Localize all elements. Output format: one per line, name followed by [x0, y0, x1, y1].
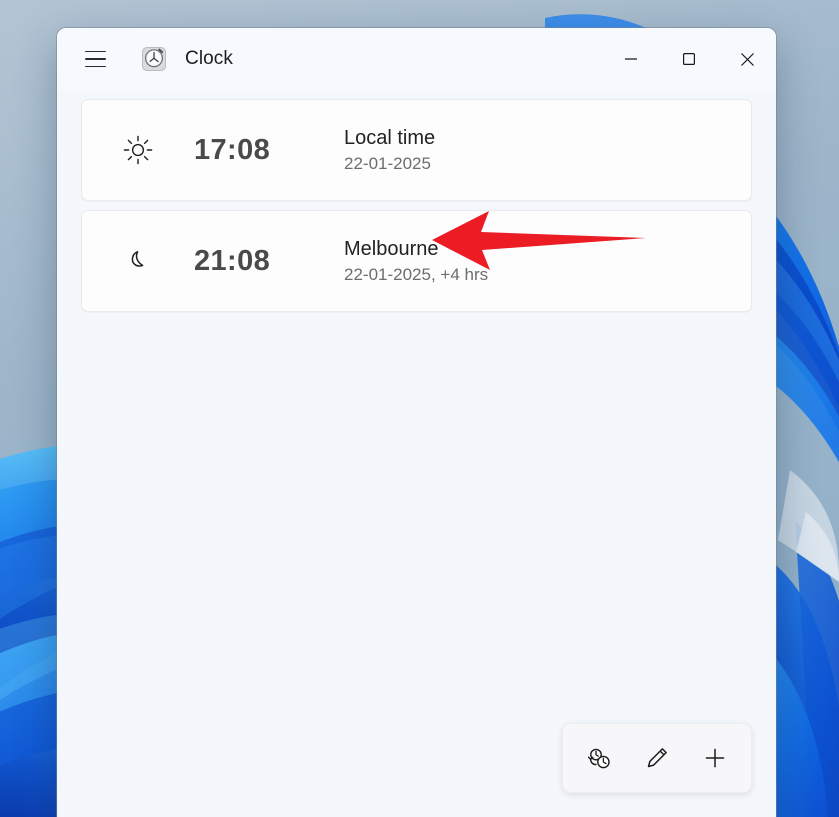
add-city-button[interactable]: [689, 734, 741, 782]
window-titlebar: Clock: [57, 28, 776, 90]
clock-list: 17:08 Local time 22-01-2025 21:08 Melbou…: [57, 90, 776, 817]
clock-app-window: Clock 17:08 Local time 22-01-2025 21:08 …: [57, 28, 776, 817]
screen: Clock 17:08 Local time 22-01-2025 21:08 …: [0, 0, 839, 817]
plus-add-icon: [705, 748, 725, 768]
compare-clocks-button[interactable]: [573, 734, 625, 782]
pencil-edit-icon: [647, 748, 667, 768]
clock-name: Melbourne: [344, 237, 439, 260]
minimize-icon: [625, 58, 637, 60]
clock-subtitle: 22-01-2025, +4 hrs: [344, 264, 489, 284]
sun-icon: [82, 133, 194, 167]
clock-text: Melbourne 22-01-2025, +4 hrs: [344, 238, 751, 285]
window-controls: [602, 28, 776, 90]
clock-name: Local time: [344, 126, 436, 149]
edit-button[interactable]: [631, 734, 683, 782]
command-bar: [562, 723, 752, 793]
close-icon: [740, 52, 754, 66]
clock-time: 21:08: [194, 244, 271, 277]
compare-clocks-icon: [587, 748, 610, 769]
clock-text: Local time 22-01-2025: [344, 127, 751, 174]
clock-card-local[interactable]: 17:08 Local time 22-01-2025: [81, 99, 752, 201]
maximize-icon: [683, 53, 696, 66]
moon-icon: [82, 244, 194, 278]
minimize-button[interactable]: [602, 28, 660, 90]
hamburger-line: [84, 50, 106, 53]
alarm-clock-icon: [141, 46, 167, 72]
clock-card-melbourne[interactable]: 21:08 Melbourne 22-01-2025, +4 hrs: [81, 210, 752, 312]
clock-time: 17:08: [194, 133, 271, 166]
hamburger-menu-icon[interactable]: [73, 41, 117, 77]
maximize-button[interactable]: [660, 28, 718, 90]
hamburger-line: [84, 65, 106, 68]
window-title: Clock: [185, 48, 234, 69]
clock-subtitle: 22-01-2025: [344, 153, 431, 173]
hamburger-line: [84, 58, 106, 60]
close-button[interactable]: [718, 28, 776, 90]
